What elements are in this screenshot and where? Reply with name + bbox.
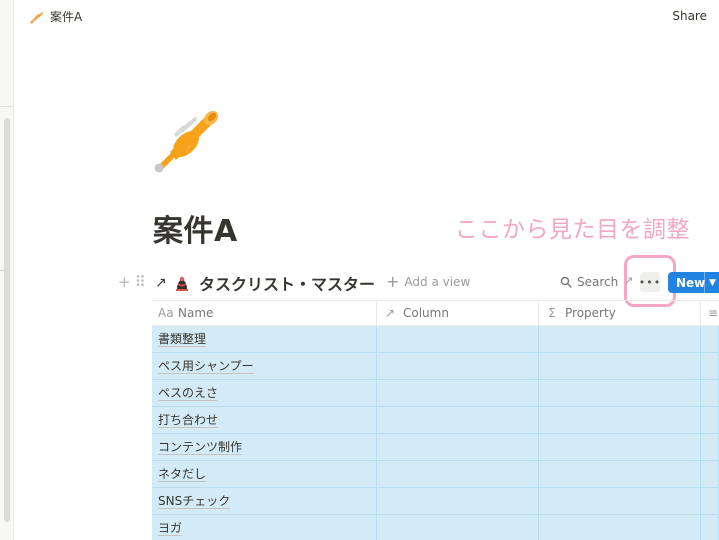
table-row[interactable]: ペスのえさ bbox=[152, 380, 719, 407]
property-cell[interactable] bbox=[539, 326, 701, 352]
new-button-label: New bbox=[676, 275, 706, 290]
column-header-property[interactable]: Σ Property bbox=[539, 301, 701, 325]
name-cell[interactable]: 打ち合わせ bbox=[152, 407, 377, 433]
column-cell[interactable] bbox=[377, 515, 539, 540]
name-cell[interactable]: ペスのえさ bbox=[152, 380, 377, 406]
row-name: ペス用シャンプー bbox=[158, 358, 254, 374]
annotation-text: ここから見た目を調整 bbox=[455, 217, 690, 243]
plus-icon[interactable]: + bbox=[118, 273, 131, 291]
table-header: Aa Name ↗ Column Σ Property ≡ bbox=[152, 300, 719, 326]
add-view-label: Add a view bbox=[404, 275, 471, 289]
extra-cell[interactable] bbox=[701, 461, 719, 487]
column-cell[interactable] bbox=[377, 488, 539, 514]
block-handle[interactable]: + ⠿ bbox=[118, 273, 146, 291]
text-property-icon: Aa bbox=[158, 306, 174, 320]
row-name: 打ち合わせ bbox=[158, 412, 219, 428]
column-header-name[interactable]: Aa Name bbox=[152, 301, 377, 325]
row-name: SNSチェック bbox=[158, 493, 231, 509]
column-label: Name bbox=[178, 306, 214, 320]
name-cell[interactable]: ネタだし bbox=[152, 461, 377, 487]
link-arrow-icon: ↗ bbox=[155, 275, 167, 291]
table-row[interactable]: SNSチェック bbox=[152, 488, 719, 515]
row-name: ヨガ bbox=[158, 520, 183, 536]
lines-property-icon: ≡ bbox=[707, 306, 719, 320]
topbar: 案件A Share bbox=[14, 0, 719, 34]
name-cell[interactable]: ペス用シャンプー bbox=[152, 353, 377, 379]
table-row[interactable]: ネタだし bbox=[152, 461, 719, 488]
extra-cell[interactable] bbox=[701, 353, 719, 379]
breadcrumb-title: 案件A bbox=[50, 10, 83, 24]
column-label: Column bbox=[403, 306, 449, 320]
property-cell[interactable] bbox=[539, 515, 701, 540]
sidebar-collapsed bbox=[0, 0, 14, 540]
search-label: Search bbox=[577, 275, 619, 289]
page-trumpet-icon[interactable] bbox=[152, 108, 220, 176]
column-cell[interactable] bbox=[377, 326, 539, 352]
table-row[interactable]: ペス用シャンプー bbox=[152, 353, 719, 380]
chevron-down-icon[interactable]: ▼ bbox=[705, 278, 716, 288]
sidebar-scrollbar[interactable] bbox=[4, 118, 10, 522]
add-icon: + bbox=[386, 272, 400, 291]
property-cell[interactable] bbox=[539, 407, 701, 433]
breadcrumb[interactable]: 案件A bbox=[30, 8, 82, 25]
database-name: タスクリスト・マスター bbox=[199, 275, 376, 294]
column-cell[interactable] bbox=[377, 407, 539, 433]
column-cell[interactable] bbox=[377, 380, 539, 406]
sidebar-divider bbox=[0, 106, 14, 107]
column-header-column[interactable]: ↗ Column bbox=[377, 301, 539, 325]
share-button[interactable]: Share bbox=[672, 9, 707, 23]
name-cell[interactable]: ヨガ bbox=[152, 515, 377, 540]
row-name: ペスのえさ bbox=[158, 385, 219, 401]
column-header-more[interactable]: ≡ bbox=[701, 301, 719, 325]
database-table: Aa Name ↗ Column Σ Property ≡ 書類整理 ペス用シャ… bbox=[152, 300, 719, 540]
table-row[interactable]: ヨガ bbox=[152, 515, 719, 540]
table-row[interactable]: 書類整理 bbox=[152, 326, 719, 353]
more-options-button[interactable]: ••• bbox=[639, 272, 660, 292]
open-arrow-icon[interactable]: ↗ bbox=[624, 274, 633, 287]
name-cell[interactable]: 書類整理 bbox=[152, 326, 377, 352]
name-cell[interactable]: コンテンツ制作 bbox=[152, 434, 377, 460]
extra-cell[interactable] bbox=[701, 326, 719, 352]
name-cell[interactable]: SNSチェック bbox=[152, 488, 377, 514]
table-row[interactable]: 打ち合わせ bbox=[152, 407, 719, 434]
search-icon bbox=[560, 276, 572, 288]
trumpet-icon bbox=[30, 11, 44, 24]
row-name: 書類整理 bbox=[158, 331, 207, 347]
drag-handle-icon[interactable]: ⠿ bbox=[135, 273, 146, 291]
row-name: ネタだし bbox=[158, 466, 207, 482]
new-button[interactable]: New ▼ bbox=[668, 272, 719, 293]
add-view-button[interactable]: + Add a view bbox=[386, 272, 471, 291]
column-cell[interactable] bbox=[377, 461, 539, 487]
chess-icon bbox=[176, 276, 188, 291]
page-title[interactable]: 案件A bbox=[153, 206, 238, 250]
database-title[interactable]: ↗ タスクリスト・マスター bbox=[155, 271, 375, 295]
extra-cell[interactable] bbox=[701, 434, 719, 460]
search-button[interactable]: Search bbox=[560, 275, 618, 289]
extra-cell[interactable] bbox=[701, 380, 719, 406]
property-cell[interactable] bbox=[539, 488, 701, 514]
property-cell[interactable] bbox=[539, 461, 701, 487]
row-name: コンテンツ制作 bbox=[158, 439, 243, 455]
column-cell[interactable] bbox=[377, 434, 539, 460]
property-cell[interactable] bbox=[539, 353, 701, 379]
extra-cell[interactable] bbox=[701, 407, 719, 433]
relation-property-icon: ↗ bbox=[384, 306, 396, 320]
extra-cell[interactable] bbox=[701, 488, 719, 514]
extra-cell[interactable] bbox=[701, 515, 719, 540]
table-row[interactable]: コンテンツ制作 bbox=[152, 434, 719, 461]
property-cell[interactable] bbox=[539, 434, 701, 460]
sidebar-tick bbox=[0, 270, 6, 271]
property-cell[interactable] bbox=[539, 380, 701, 406]
column-label: Property bbox=[565, 306, 616, 320]
formula-property-icon: Σ bbox=[548, 306, 556, 320]
column-cell[interactable] bbox=[377, 353, 539, 379]
